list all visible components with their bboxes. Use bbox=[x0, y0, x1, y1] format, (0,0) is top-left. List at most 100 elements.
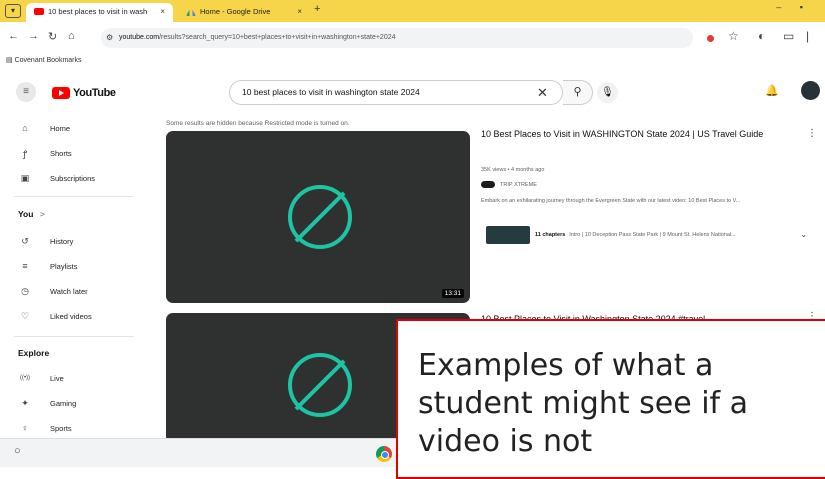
forward-arrow-icon[interactable]: → bbox=[28, 30, 39, 42]
sidebar-item-subscriptions[interactable]: ▣ Subscriptions bbox=[18, 171, 95, 185]
sidebar-you-heading[interactable]: You > bbox=[18, 209, 45, 219]
drive-favicon-icon bbox=[186, 7, 196, 16]
address-bar[interactable]: ⚙ youtube.com/results?search_query=10+be… bbox=[101, 28, 693, 48]
account-avatar[interactable] bbox=[801, 81, 820, 100]
youtube-favicon-icon bbox=[34, 8, 44, 15]
tab-google-drive[interactable]: Home - Google Drive × bbox=[178, 3, 310, 22]
chevron-down-icon[interactable]: ⌄ bbox=[800, 230, 807, 239]
reload-icon[interactable]: ↻ bbox=[48, 30, 57, 43]
sports-icon: ♀ bbox=[21, 423, 29, 433]
tab-search-dropdown[interactable]: ▾ bbox=[5, 4, 21, 18]
search-button[interactable]: ⚲ bbox=[563, 80, 593, 105]
youtube-logo[interactable]: YouTube bbox=[52, 86, 116, 100]
sidebar: ⌂ Home ꝭ Shorts ▣ Subscriptions You > ↺ … bbox=[0, 116, 150, 438]
tab-strip: ▾ 10 best places to visit in wash × Home… bbox=[0, 0, 825, 22]
video-meta: 35K views • 4 months ago bbox=[481, 167, 545, 173]
notifications-bell-icon[interactable]: 🔔 bbox=[765, 84, 779, 97]
channel-avatar bbox=[481, 181, 495, 188]
live-icon: ((•)) bbox=[19, 375, 31, 381]
sidebar-item-label: Subscriptions bbox=[50, 173, 96, 183]
youtube-header: ≡ YouTube 10 best places to visit in was… bbox=[0, 70, 825, 116]
folder-icon: ▤ bbox=[6, 57, 13, 64]
sidebar-item-label: History bbox=[50, 236, 74, 246]
sidebar-item-label: Watch later bbox=[50, 286, 88, 296]
extension-icon[interactable]: ◐ bbox=[758, 29, 765, 43]
chapters-count: 11 chapters bbox=[535, 231, 566, 238]
bookmark-star-icon[interactable]: ☆ bbox=[728, 29, 739, 43]
tab-close-icon[interactable]: × bbox=[160, 3, 165, 20]
chevron-right-icon: > bbox=[39, 209, 45, 219]
channel-name: TRIP XTREME bbox=[500, 181, 537, 188]
search-query: 10 best places to visit in washington st… bbox=[242, 87, 420, 97]
playlists-icon: ≡ bbox=[22, 261, 28, 271]
sidebar-item-label: Shorts bbox=[50, 148, 72, 158]
video-thumbnail[interactable]: 13:31 bbox=[166, 131, 470, 303]
chapter-thumbnail bbox=[486, 225, 530, 244]
sidebar-item-playlists[interactable]: ≡ Playlists bbox=[18, 259, 78, 273]
watch-later-icon: ◷ bbox=[21, 285, 29, 296]
voice-search-icon[interactable]: 🎙 bbox=[597, 82, 618, 103]
tab-close-icon[interactable]: × bbox=[297, 3, 302, 20]
sidebar-item-live[interactable]: ((•)) Live bbox=[18, 371, 64, 385]
caption-line: Examples of what a bbox=[418, 348, 714, 383]
menu-icon[interactable]: ≡ bbox=[16, 82, 36, 102]
you-heading-text: You bbox=[18, 209, 34, 219]
tab-title: 10 best places to visit in wash bbox=[48, 7, 148, 16]
restricted-mode-notice: Some results are hidden because Restrict… bbox=[166, 120, 350, 127]
sidebar-item-label: Sports bbox=[50, 423, 72, 433]
sidebar-item-gaming[interactable]: ✦ Gaming bbox=[18, 396, 76, 410]
logo-text: YouTube bbox=[73, 87, 116, 99]
profile-icon[interactable]: | bbox=[806, 29, 809, 43]
home-icon[interactable]: ⌂ bbox=[68, 30, 75, 42]
blocked-icon bbox=[288, 353, 352, 417]
sidebar-item-history[interactable]: ↺ History bbox=[18, 234, 73, 248]
shorts-icon: ꝭ bbox=[22, 148, 28, 159]
site-info-icon[interactable]: ⚙ bbox=[106, 28, 113, 48]
back-arrow-icon[interactable]: ← bbox=[8, 30, 19, 42]
tab-title: Home - Google Drive bbox=[200, 7, 271, 16]
sidebar-item-home[interactable]: ⌂ Home bbox=[18, 121, 70, 135]
url-host: youtube.com bbox=[119, 34, 160, 41]
caption-line: student might see if a bbox=[418, 386, 749, 421]
launcher-icon[interactable]: ○ bbox=[14, 445, 21, 457]
blocked-icon bbox=[288, 185, 352, 249]
like-icon: ♡ bbox=[20, 310, 30, 321]
window-controls[interactable]: – ▪ bbox=[776, 2, 811, 12]
sidebar-item-liked-videos[interactable]: ♡ Liked videos bbox=[18, 309, 92, 323]
video-title[interactable]: 10 Best Places to Visit in WASHINGTON St… bbox=[481, 128, 796, 141]
gaming-icon: ✦ bbox=[21, 397, 29, 408]
side-panel-icon[interactable]: ▭ bbox=[783, 29, 794, 43]
sidebar-item-watch-later[interactable]: ◷ Watch later bbox=[18, 284, 88, 298]
chapters-row[interactable]: 11 chapters Intro | 10 Deception Pass St… bbox=[481, 222, 821, 247]
video-description: Embark on an exhilarating journey throug… bbox=[481, 198, 741, 204]
sidebar-item-label: Live bbox=[50, 373, 64, 383]
more-options-icon[interactable]: ⋮ bbox=[807, 128, 817, 139]
caption-overlay: Examples of what a student might see if … bbox=[396, 319, 825, 479]
chapters-list: Intro | 10 Deception Pass State Park | 9… bbox=[569, 231, 736, 238]
sidebar-item-label: Playlists bbox=[50, 261, 78, 271]
bookmark-covenant[interactable]: Covenant Bookmarks bbox=[15, 57, 82, 64]
sidebar-item-label: Home bbox=[50, 123, 71, 133]
url-path: /results?search_query=10+best+places+to+… bbox=[159, 34, 396, 41]
home-icon: ⌂ bbox=[22, 123, 28, 133]
bookmarks-bar: ▤ Covenant Bookmarks bbox=[0, 54, 825, 70]
search-icon: ⚲ bbox=[573, 86, 582, 98]
recording-indicator-icon bbox=[707, 35, 714, 42]
youtube-play-icon bbox=[52, 87, 70, 99]
new-tab-button[interactable]: + bbox=[314, 3, 320, 15]
sidebar-item-sports[interactable]: ♀ Sports bbox=[18, 421, 72, 435]
tab-youtube[interactable]: 10 best places to visit in wash × bbox=[26, 3, 173, 22]
clear-search-icon[interactable]: ✕ bbox=[537, 81, 548, 104]
browser-toolbar: ← → ↻ ⌂ ⚙ youtube.com/results?search_que… bbox=[0, 22, 825, 54]
chrome-icon[interactable] bbox=[376, 446, 392, 462]
caption-line: video is not bbox=[418, 424, 593, 459]
search-input[interactable]: 10 best places to visit in washington st… bbox=[229, 80, 563, 105]
sidebar-item-label: Liked videos bbox=[50, 311, 92, 321]
sidebar-explore-heading: Explore bbox=[18, 348, 50, 358]
sidebar-divider bbox=[14, 336, 134, 337]
video-duration: 13:31 bbox=[441, 289, 464, 298]
channel-row[interactable]: TRIP XTREME bbox=[481, 181, 537, 188]
sidebar-item-shorts[interactable]: ꝭ Shorts bbox=[18, 146, 72, 160]
history-icon: ↺ bbox=[21, 235, 29, 246]
sidebar-divider bbox=[14, 196, 134, 197]
